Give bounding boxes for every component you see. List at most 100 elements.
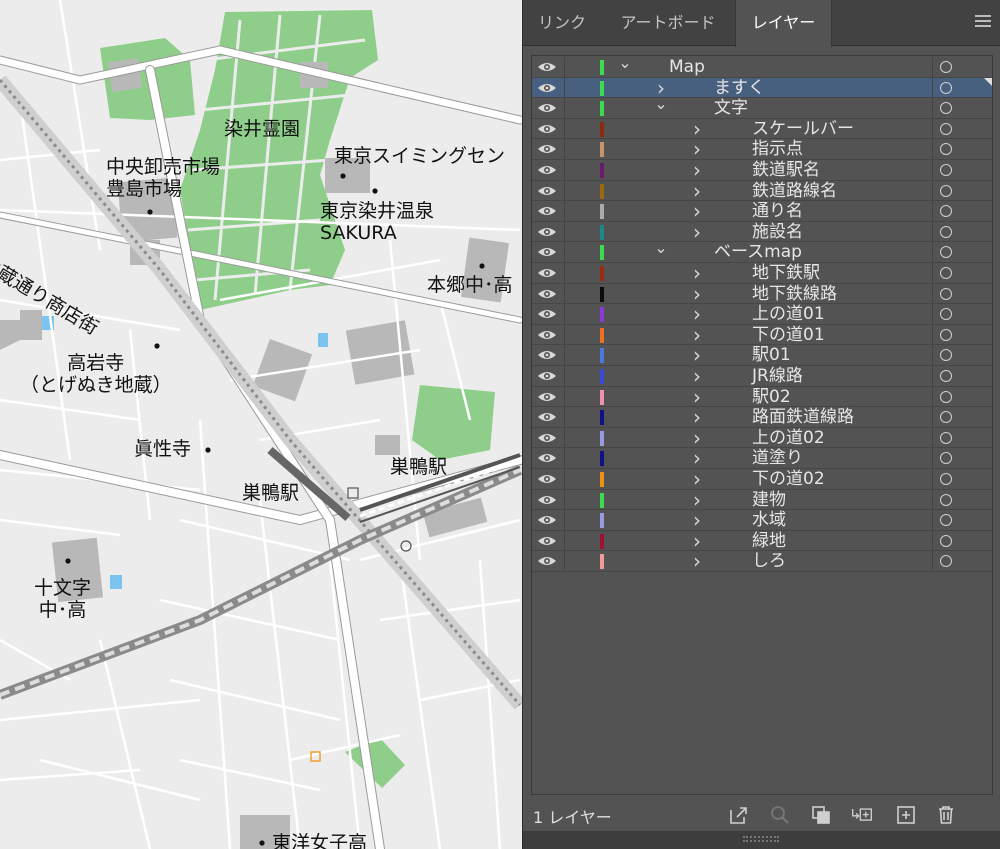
layer-name[interactable]: 下の道02 <box>752 469 825 489</box>
visibility-eye-icon[interactable] <box>536 409 558 425</box>
visibility-eye-icon[interactable] <box>536 265 558 281</box>
layer-row[interactable]: › 地下鉄駅 <box>532 263 992 284</box>
layer-row[interactable]: › 指示点 <box>532 139 992 160</box>
chevron-down-icon[interactable]: ⌄ <box>654 95 668 113</box>
layer-name[interactable]: 駅01 <box>752 345 791 365</box>
hamburger-menu-icon[interactable] <box>975 15 991 29</box>
locate-object-icon[interactable] <box>769 804 791 826</box>
target-circle-icon[interactable] <box>940 411 952 424</box>
visibility-eye-icon[interactable] <box>536 224 558 240</box>
chevron-right-icon[interactable]: › <box>690 222 704 242</box>
visibility-eye-icon[interactable] <box>536 141 558 157</box>
layer-name[interactable]: 指示点 <box>752 139 803 159</box>
target-circle-icon[interactable] <box>940 473 952 485</box>
chevron-right-icon[interactable]: › <box>690 139 704 159</box>
target-circle-icon[interactable] <box>940 514 952 527</box>
visibility-eye-icon[interactable] <box>536 533 558 549</box>
layer-name[interactable]: 通り名 <box>752 201 803 221</box>
chevron-right-icon[interactable]: › <box>690 284 704 304</box>
layer-row[interactable]: › 施設名 <box>532 221 992 243</box>
layer-row[interactable]: ⌄ Map <box>532 56 992 78</box>
chevron-down-icon[interactable]: ⌄ <box>618 56 632 72</box>
chevron-right-icon[interactable]: › <box>690 551 704 571</box>
layer-row[interactable]: › 建物 <box>532 489 992 511</box>
layer-row[interactable]: › 下の道01 <box>532 324 992 346</box>
layer-name[interactable]: 鉄道路線名 <box>752 181 837 201</box>
layer-name[interactable]: 路面鉄道線路 <box>752 407 854 427</box>
layer-row[interactable]: › 水域 <box>532 510 992 531</box>
visibility-eye-icon[interactable] <box>536 203 558 219</box>
target-circle-icon[interactable] <box>940 102 952 115</box>
visibility-eye-icon[interactable] <box>536 244 558 260</box>
layer-row[interactable]: › 鉄道駅名 <box>532 160 992 181</box>
chevron-right-icon[interactable]: › <box>690 263 704 283</box>
layer-row[interactable]: › しろ <box>532 551 992 572</box>
layer-name[interactable]: しろ <box>752 551 786 571</box>
layer-row[interactable]: › 下の道02 <box>532 469 992 490</box>
target-circle-icon[interactable] <box>940 370 952 382</box>
visibility-eye-icon[interactable] <box>536 512 558 528</box>
visibility-eye-icon[interactable] <box>536 347 558 363</box>
target-circle-icon[interactable] <box>940 246 952 259</box>
layer-name[interactable]: 駅02 <box>752 387 791 407</box>
clipping-mask-icon[interactable] <box>810 804 832 826</box>
visibility-eye-icon[interactable] <box>536 450 558 466</box>
panel-resize-grip[interactable] <box>523 831 1000 849</box>
tab-artboards[interactable]: アートボード <box>601 0 735 46</box>
layer-name[interactable]: スケールバー <box>752 119 854 139</box>
chevron-right-icon[interactable]: › <box>690 407 704 427</box>
layer-name[interactable]: 下の道01 <box>752 325 825 345</box>
visibility-eye-icon[interactable] <box>536 162 558 178</box>
layer-name[interactable]: 地下鉄線路 <box>752 284 837 304</box>
layer-name[interactable]: 文字 <box>714 98 748 118</box>
target-circle-icon[interactable] <box>940 267 952 279</box>
target-circle-icon[interactable] <box>940 287 952 300</box>
new-layer-icon[interactable] <box>895 804 917 826</box>
tab-layers[interactable]: レイヤー <box>735 0 832 47</box>
layer-row[interactable]: › 駅02 <box>532 386 992 408</box>
visibility-eye-icon[interactable] <box>536 553 558 569</box>
chevron-right-icon[interactable]: › <box>690 160 704 180</box>
chevron-right-icon[interactable]: › <box>690 448 704 468</box>
target-circle-icon[interactable] <box>940 143 952 156</box>
chevron-right-icon[interactable]: › <box>690 304 704 324</box>
chevron-right-icon[interactable]: › <box>690 325 704 345</box>
visibility-eye-icon[interactable] <box>536 183 558 199</box>
layer-name[interactable]: 緑地 <box>752 531 786 551</box>
layer-row[interactable]: › 道塗り <box>532 448 992 469</box>
visibility-eye-icon[interactable] <box>536 327 558 343</box>
layer-name[interactable]: Map <box>669 57 705 77</box>
layer-name[interactable]: 水域 <box>752 510 786 530</box>
target-circle-icon[interactable] <box>940 164 952 176</box>
layer-name[interactable]: 地下鉄駅 <box>752 263 820 283</box>
chevron-right-icon[interactable]: › <box>690 531 704 551</box>
target-circle-icon[interactable] <box>940 328 952 341</box>
layer-name[interactable]: 上の道02 <box>752 428 825 448</box>
new-sublayer-icon[interactable] <box>851 804 873 826</box>
chevron-right-icon[interactable]: › <box>690 510 704 530</box>
layer-row[interactable]: › 地下鉄線路 <box>532 283 992 305</box>
target-circle-icon[interactable] <box>940 184 952 197</box>
chevron-right-icon[interactable]: › <box>690 366 704 386</box>
visibility-eye-icon[interactable] <box>536 80 558 96</box>
layer-row[interactable]: › 駅01 <box>532 345 992 366</box>
layer-name[interactable]: 建物 <box>752 490 786 510</box>
visibility-eye-icon[interactable] <box>536 306 558 322</box>
chevron-down-icon[interactable]: ⌄ <box>654 239 668 257</box>
layer-name[interactable]: 道塗り <box>752 448 803 468</box>
chevron-right-icon[interactable]: › <box>690 181 704 201</box>
layer-row[interactable]: ⌄ 文字 <box>532 95 992 119</box>
layer-name[interactable]: ますく <box>714 78 765 98</box>
visibility-eye-icon[interactable] <box>536 430 558 446</box>
visibility-eye-icon[interactable] <box>536 100 558 116</box>
visibility-eye-icon[interactable] <box>536 286 558 302</box>
target-circle-icon[interactable] <box>940 452 952 465</box>
layer-name[interactable]: 上の道01 <box>752 304 825 324</box>
layer-row[interactable]: › 緑地 <box>532 530 992 552</box>
chevron-right-icon[interactable]: › <box>690 490 704 510</box>
target-circle-icon[interactable] <box>940 81 952 94</box>
target-circle-icon[interactable] <box>940 493 952 506</box>
visibility-eye-icon[interactable] <box>536 492 558 508</box>
layer-row[interactable]: › 路面鉄道線路 <box>532 407 992 428</box>
layer-row[interactable]: › 鉄道路線名 <box>532 180 992 202</box>
